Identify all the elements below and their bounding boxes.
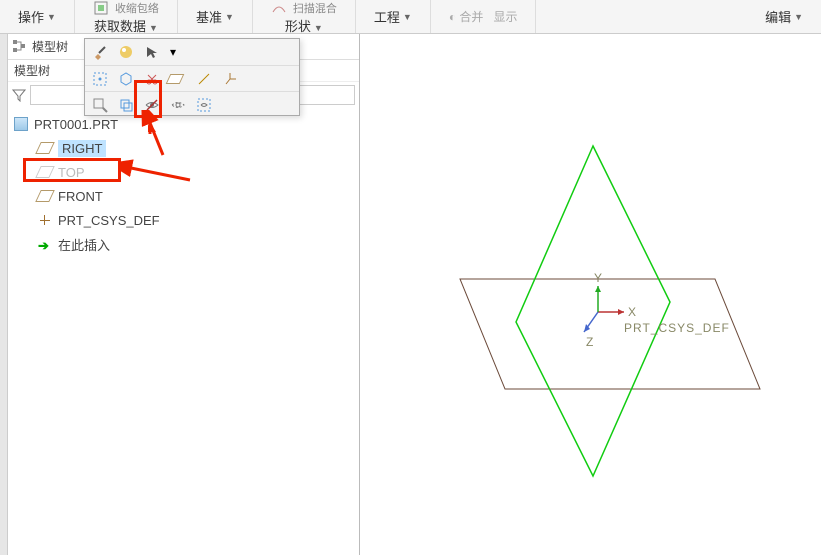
tree-label-top: TOP xyxy=(58,165,85,180)
pick-icon[interactable] xyxy=(141,41,163,63)
left-rail[interactable] xyxy=(0,34,8,555)
group-misc[interactable]: ◐ 合并 显示 xyxy=(431,0,537,33)
copy-select-icon[interactable] xyxy=(115,94,137,116)
merge-icon: ◐ xyxy=(449,10,456,24)
plane-tool-icon[interactable] xyxy=(167,68,189,90)
axis-x-label: X xyxy=(628,305,636,319)
chevron-down-icon: ▼ xyxy=(225,12,234,22)
show-icon[interactable] xyxy=(167,94,189,116)
chevron-down-icon: ▼ xyxy=(314,23,323,33)
tree-label-right: RIGHT xyxy=(58,140,106,157)
axis-z-label: Z xyxy=(586,335,593,349)
shrinkwrap-icon xyxy=(93,0,109,16)
trunc-label-2: 扫描混合 xyxy=(293,0,337,16)
trunc-label-1: 收缩包络 xyxy=(115,0,159,16)
tree-item-top[interactable]: TOP xyxy=(10,160,357,184)
operate-label: 操作 xyxy=(18,7,44,26)
tree-item-csys[interactable]: PRT_CSYS_DEF xyxy=(10,208,357,232)
tree-root-label: PRT0001.PRT xyxy=(34,117,118,132)
tree-item-insert[interactable]: ➔ 在此插入 xyxy=(10,232,357,256)
axis-y-label: Y xyxy=(594,271,602,285)
scissors-icon[interactable] xyxy=(141,68,163,90)
brush-icon[interactable] xyxy=(89,41,111,63)
select-box-icon[interactable] xyxy=(115,68,137,90)
insert-arrow-icon: ➔ xyxy=(38,238,52,250)
zoom-select-icon[interactable] xyxy=(89,94,111,116)
tree-label-insert: 在此插入 xyxy=(58,235,110,254)
sweep-icon xyxy=(271,0,287,16)
datum-label: 基准 xyxy=(196,7,222,26)
hide-icon[interactable] xyxy=(141,94,163,116)
model-tree: PRT0001.PRT RIGHT TOP FRONT PRT_CSYS_DEF… xyxy=(8,108,359,260)
funnel-icon[interactable] xyxy=(12,88,26,102)
group-eng[interactable]: 工程▼ xyxy=(356,0,431,33)
isolate-icon[interactable] xyxy=(193,94,215,116)
group-edit[interactable]: 编辑▼ xyxy=(747,0,821,33)
chevron-down-icon: ▼ xyxy=(149,23,158,33)
csys-tool-icon[interactable] xyxy=(219,68,241,90)
group-shape[interactable]: 扫描混合 形状▼ xyxy=(253,0,356,33)
appearance-icon[interactable] xyxy=(115,41,137,63)
tree-label-csys: PRT_CSYS_DEF xyxy=(58,213,160,228)
part-icon xyxy=(14,117,28,131)
eng-label: 工程 xyxy=(374,7,400,26)
plane-icon xyxy=(35,142,55,154)
group-datum[interactable]: 基准▼ xyxy=(178,0,253,33)
viewport-3d[interactable]: X Y Z PRT_CSYS_DEF xyxy=(360,34,821,555)
side-sub-label: 模型树 xyxy=(14,62,50,79)
trunc-label-3: 合并 xyxy=(459,8,483,25)
getdata-label: 获取数据 xyxy=(94,19,146,34)
edit-label: 编辑 xyxy=(765,7,791,26)
group-operate[interactable]: 操作▼ xyxy=(0,0,75,33)
chevron-down-icon: ▼ xyxy=(47,12,56,22)
top-toolbar: 操作▼ 收缩包络 获取数据▼ 基准▼ 扫描混合 形状▼ 工程▼ ◐ 合并 显示 … xyxy=(0,0,821,34)
axis-tool-icon[interactable] xyxy=(193,68,215,90)
chevron-down-icon: ▼ xyxy=(403,12,412,22)
select-point-icon[interactable] xyxy=(89,68,111,90)
csys-label: PRT_CSYS_DEF xyxy=(624,321,730,335)
tree-item-front[interactable]: FRONT xyxy=(10,184,357,208)
group-getdata[interactable]: 收缩包络 获取数据▼ xyxy=(75,0,178,33)
csys-icon xyxy=(38,213,52,227)
trunc-label-4: 显示 xyxy=(493,8,517,25)
tree-icon xyxy=(12,39,28,55)
shape-label: 形状 xyxy=(285,19,311,34)
floating-toolbar: ▾ xyxy=(84,38,300,116)
tree-label-front: FRONT xyxy=(58,189,103,204)
side-tab-label[interactable]: 模型树 xyxy=(32,38,68,55)
plane-icon xyxy=(35,190,55,202)
chevron-down-icon[interactable]: ▾ xyxy=(167,41,179,63)
plane-icon xyxy=(35,166,55,178)
tree-item-right[interactable]: RIGHT xyxy=(10,136,357,160)
chevron-down-icon: ▼ xyxy=(794,12,803,22)
